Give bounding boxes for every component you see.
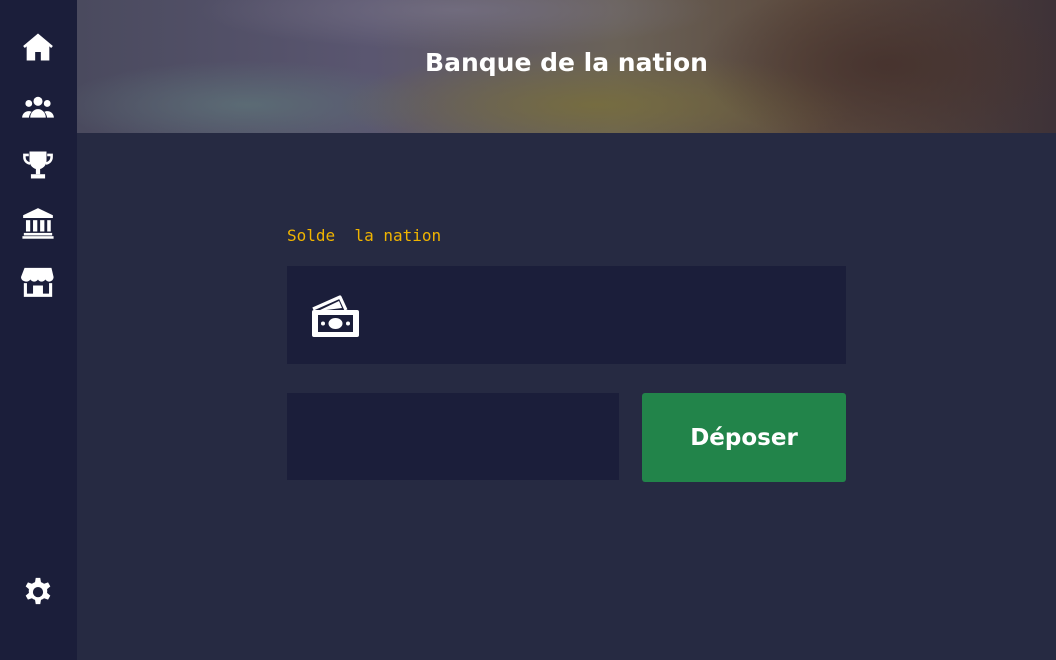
gear-icon[interactable] [20,574,56,610]
trophy-icon[interactable] [20,147,56,183]
page-title: Banque de la nation [425,48,708,77]
balance-display [287,266,846,364]
deposit-amount-input[interactable] [287,393,619,480]
shop-icon[interactable] [20,264,56,300]
app-window: Banque de la nation Solde la nation Dépo… [0,0,1056,660]
sidebar [0,0,77,660]
bank-icon[interactable] [20,205,56,241]
users-icon[interactable] [20,89,56,125]
banner-background [197,0,717,50]
deposit-button[interactable]: Déposer [642,393,846,482]
header-banner: Banque de la nation [77,0,1056,133]
balance-label: Solde la nation [287,226,442,245]
home-icon[interactable] [20,29,56,65]
money-bill-icon [309,290,361,342]
